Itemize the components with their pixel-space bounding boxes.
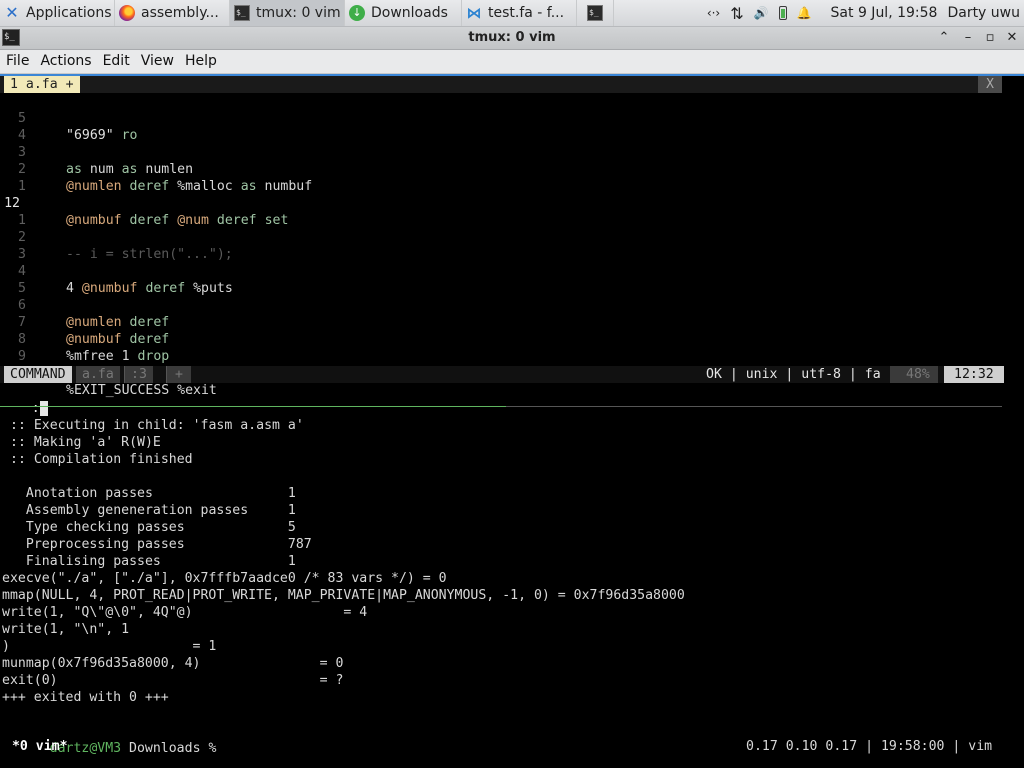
code-line: 6 @numlen deref (0, 280, 1002, 330)
code-line: 3 (0, 229, 1002, 262)
download-icon: ↓ (349, 5, 365, 21)
code-line: 8 %mfree 1 drop (0, 314, 1002, 364)
vim-tabline: 1 a.fa + X (0, 76, 1002, 93)
battery-icon[interactable] (778, 6, 787, 20)
cursor-block (39, 400, 48, 416)
terminal[interactable]: 1 a.fa + X 5 "6969" ro 4 3 as num as num… (0, 74, 1024, 768)
code-line: 9 (0, 331, 1002, 364)
tmux-window-0[interactable]: *0 vim* (4, 738, 68, 755)
user-name[interactable]: Darty uwu (947, 5, 1020, 21)
window-title: tmux: 0 vim (468, 30, 556, 45)
output-line: Preprocessing passes 787 (10, 537, 312, 552)
code-line: 1 (0, 161, 1002, 194)
firefox-icon (119, 5, 135, 21)
vim-cmdline[interactable]: : (0, 383, 48, 416)
taskbar-firefox[interactable]: assembly... (115, 0, 230, 26)
tmux-status-right: 0.17 0.10 0.17 | 19:58:00 | vim (746, 739, 993, 754)
code-line: 4 4 @numbuf deref %puts (0, 246, 1002, 296)
vim-mode: COMMAND (4, 366, 72, 383)
vim-tab-close-button[interactable]: X (978, 76, 1002, 93)
menu-view[interactable]: View (135, 50, 179, 69)
transfer-icon[interactable]: ⇅ (730, 4, 743, 23)
minimize-button[interactable]: – (959, 29, 977, 47)
output-line: +++ exited with 0 +++ (2, 690, 169, 705)
applications-label: Applications (26, 5, 112, 21)
tmux-statusbar: *0 vim* 0.17 0.10 0.17 | 19:58:00 | vim (0, 738, 1024, 756)
xfce-logo-icon: ✕ (5, 3, 19, 22)
menu-file[interactable]: File (0, 50, 34, 69)
taskbar-tmux[interactable]: $_ tmux: 0 vim (230, 0, 345, 26)
vim-filename: a.fa (76, 366, 120, 383)
taskbar-firefox-label: assembly... (141, 5, 219, 21)
code-line-current: 12 @numbuf deref @num deref set (0, 178, 1002, 228)
output-line: write(1, "Q\"@\0", 4Q"@) = 4 (2, 605, 368, 620)
output-line: mmap(NULL, 4, PROT_READ|PROT_WRITE, MAP_… (2, 588, 685, 603)
close-button[interactable]: ✕ (1003, 29, 1021, 47)
code-line: 5 (0, 263, 1002, 296)
menu-edit[interactable]: Edit (97, 50, 135, 69)
code-line: 3 as num as numlen (0, 127, 1002, 177)
applications-menu[interactable]: ✕ Applications (0, 0, 115, 26)
code-line: 5 "6969" ro (0, 93, 1002, 143)
vim-file-info: OK | unix | utf-8 | fa (706, 367, 881, 382)
window-titlebar[interactable]: $_ tmux: 0 vim ⌃ – ▫ ✕ (0, 27, 1024, 50)
output-line: Type checking passes 5 (10, 520, 296, 535)
code-line: 10 %EXIT_SUCCESS %exit (0, 348, 1002, 398)
output-line: Assembly geneneration passes 1 (10, 503, 296, 518)
menu-actions[interactable]: Actions (34, 50, 96, 69)
output-line: ) = 1 (2, 639, 217, 654)
output-line: write(1, "\n", 1 (2, 622, 130, 637)
taskbar-vscode-label: test.fa - f... (488, 5, 565, 21)
output-line: :: Executing in child: 'fasm a.asm a' (10, 418, 304, 433)
menubar: File Actions Edit View Help (0, 50, 1024, 74)
clock[interactable]: Sat 9 Jul, 19:58 (831, 5, 938, 21)
terminal-icon: $_ (234, 5, 250, 21)
menu-help[interactable]: Help (179, 50, 222, 69)
volume-icon[interactable]: 🔊 (754, 6, 769, 20)
shade-button[interactable]: ⌃ (935, 29, 953, 47)
top-panel: ✕ Applications assembly... $_ tmux: 0 vi… (0, 0, 1024, 27)
system-tray: ‹·› ⇅ 🔊 🔔 Sat 9 Jul, 19:58 Darty uwu (702, 0, 1024, 26)
vim-percent: 48% (890, 366, 938, 383)
vim-tab-a-fa[interactable]: 1 a.fa + (4, 76, 80, 93)
output-line: Finalising passes 1 (10, 554, 296, 569)
code-line: 2 @numlen deref %malloc as numbuf (0, 144, 1002, 194)
tmux-pane-divider-active (0, 406, 506, 407)
output-line: munmap(0x7f96d35a8000, 4) = 0 (2, 656, 344, 671)
vim-modified: + (166, 366, 191, 383)
code-line: 2 -- i = strlen("..."); (0, 212, 1002, 262)
code-line: 4 (0, 110, 1002, 143)
code-line: 7 @numbuf deref (0, 297, 1002, 347)
output-line: :: Making 'a' R(W)E (10, 435, 161, 450)
terminal-icon: $_ (587, 5, 603, 21)
network-icon[interactable]: ‹·› (707, 6, 720, 20)
code-line: 1 (0, 195, 1002, 228)
notification-bell-icon[interactable]: 🔔 (797, 6, 812, 20)
output-line: execve("./a", ["./a"], 0x7fffb7aadce0 /*… (2, 571, 447, 586)
vscode-icon: ⋈ (466, 4, 482, 22)
taskbar-tmux-label: tmux: 0 vim (256, 5, 341, 21)
output-line: exit(0) = ? (2, 673, 344, 688)
output-line: :: Compilation finished (10, 452, 193, 467)
taskbar-downloads[interactable]: ↓ Downloads (345, 0, 462, 26)
vim-position: :3 (124, 366, 153, 383)
output-line: Anotation passes 1 (10, 486, 296, 501)
maximize-button[interactable]: ▫ (981, 29, 999, 47)
taskbar-downloads-label: Downloads (371, 5, 448, 21)
taskbar-terminal[interactable]: $_ (577, 0, 614, 26)
code-text: %EXIT_SUCCESS %exit (66, 383, 217, 398)
vim-cursor-pos: 12:32 (944, 366, 1004, 383)
vim-statusline: COMMAND a.fa :3 + OK | unix | utf-8 | fa… (0, 366, 1004, 383)
taskbar-vscode[interactable]: ⋈ test.fa - f... (462, 0, 577, 26)
